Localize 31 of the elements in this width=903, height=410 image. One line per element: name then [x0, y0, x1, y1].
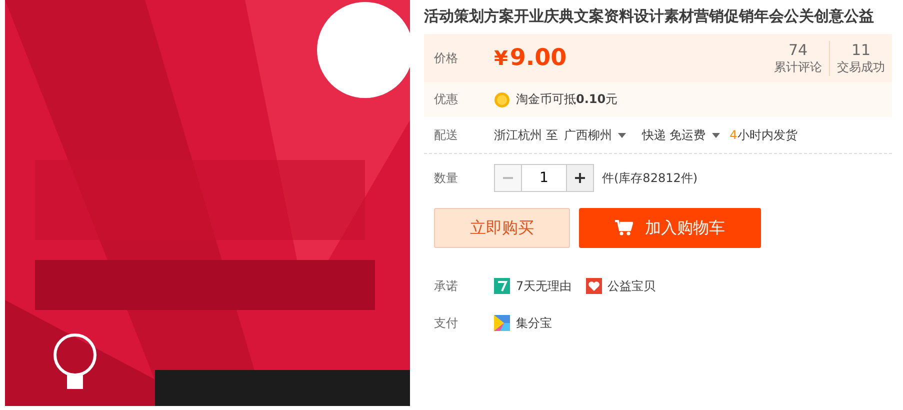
payment-label: 支付 — [433, 314, 459, 332]
shipping-select[interactable]: 快递 免运费 — [642, 126, 720, 144]
promo-label: 优惠 — [433, 91, 459, 108]
stat-value: 74 — [788, 40, 808, 58]
coin-icon — [494, 92, 510, 108]
promo-text: 淘金币可抵0.10元 — [516, 91, 618, 108]
play-icon — [494, 315, 510, 331]
promise-label: 承诺 — [433, 278, 459, 294]
price: ¥9.00 — [494, 45, 567, 71]
payment-text: 集分宝 — [516, 314, 552, 332]
caret-icon — [712, 132, 720, 138]
cart-icon — [615, 220, 633, 236]
destination-select[interactable]: 广西柳州 — [564, 126, 626, 144]
price-label: 价格 — [433, 50, 459, 66]
plus-icon — [574, 172, 586, 184]
stat-value: 11 — [851, 40, 871, 58]
increase-button[interactable] — [566, 164, 594, 192]
quantity-field[interactable]: 1 — [522, 164, 566, 192]
dispatch-text: 小时内发货 — [737, 126, 798, 144]
return-badge-icon — [494, 278, 510, 294]
promise-text: 公益宝贝 — [608, 278, 656, 294]
delivery-origin: 浙江杭州 至 — [494, 126, 558, 144]
quantity-label: 数量 — [433, 170, 459, 186]
promise-text: 7天无理由 — [516, 278, 572, 294]
stock-text: 件(库存82812件) — [602, 170, 698, 186]
stat-label: 交易成功 — [837, 58, 885, 76]
dispatch-hours: 4 — [730, 128, 738, 142]
caret-icon — [618, 132, 626, 138]
product-title: 活动策划方案开业庆典文案资料设计素材营销促销年会公关创意公益 — [424, 6, 875, 26]
stat-label: 累计评论 — [774, 58, 822, 76]
delivery-label: 配送 — [433, 126, 459, 144]
